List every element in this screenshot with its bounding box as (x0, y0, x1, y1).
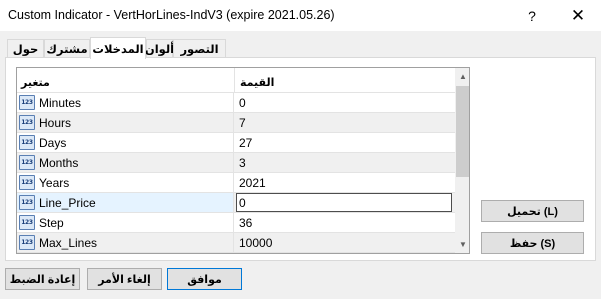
integer-param-icon: 123 (19, 215, 35, 230)
scroll-up-arrow-icon[interactable]: ▲ (455, 68, 469, 85)
parameter-name: Minutes (39, 96, 82, 110)
name-cell: 123 Hours (17, 113, 234, 132)
table-row[interactable]: 123 Days 27 (17, 133, 455, 153)
parameter-value[interactable]: 10000 (239, 236, 272, 250)
parameter-name: Years (39, 176, 70, 190)
parameter-name: Max_Lines (39, 236, 98, 250)
integer-param-icon: 123 (19, 235, 35, 250)
parameter-name: Hours (39, 116, 72, 130)
table-row[interactable]: 123 Years 2021 (17, 173, 455, 193)
table-row[interactable]: 123 Months 3 (17, 153, 455, 173)
parameter-name: Days (39, 136, 67, 150)
vertical-scrollbar[interactable]: ▲ ▼ (455, 68, 469, 253)
table-row-selected[interactable]: 123 Line_Price 0 (17, 193, 455, 213)
parameter-value[interactable]: 27 (239, 136, 252, 150)
parameter-name: Step (39, 216, 64, 230)
integer-param-icon: 123 (19, 115, 35, 130)
tab-visualization[interactable]: التصور (173, 39, 226, 58)
table-row[interactable]: 123 Max_Lines 10000 (17, 233, 455, 253)
parameter-value[interactable]: 36 (239, 216, 252, 230)
variable-column-header[interactable]: متغير (21, 76, 50, 89)
cancel-button[interactable]: إلغاء الأمر (87, 268, 162, 290)
parameter-name: Months (39, 156, 79, 170)
title-bar: Custom Indicator - VertHorLines-IndV3 (e… (0, 0, 601, 31)
tab-strip: حول مشترك المدخلات ألوان التصور (7, 37, 227, 59)
parameter-value[interactable]: 3 (239, 156, 246, 170)
table-row[interactable]: 123 Hours 7 (17, 113, 455, 133)
parameter-value-editor[interactable]: 0 (236, 193, 452, 212)
save-button[interactable]: حفظ (S) (481, 232, 584, 254)
scroll-down-arrow-icon[interactable]: ▼ (455, 236, 469, 253)
parameters-grid: متغير القيمة 123 Minutes 0 123 Hours 7 1… (16, 67, 470, 254)
name-cell: 123 Months (17, 153, 234, 172)
table-row[interactable]: 123 Step 36 (17, 213, 455, 233)
integer-param-icon: 123 (19, 135, 35, 150)
ok-button[interactable]: موافق (167, 268, 242, 290)
tab-colors[interactable]: ألوان (145, 39, 174, 58)
name-cell: 123 Minutes (17, 93, 234, 112)
name-cell: 123 Max_Lines (17, 233, 234, 252)
custom-indicator-dialog: Custom Indicator - VertHorLines-IndV3 (e… (0, 0, 601, 299)
parameter-value[interactable]: 0 (239, 196, 246, 210)
load-button[interactable]: تحميل (L) (481, 200, 584, 222)
table-row[interactable]: 123 Minutes 0 (17, 93, 455, 113)
help-button[interactable]: ? (509, 0, 555, 31)
grid-header: متغير القيمة (17, 68, 455, 93)
integer-param-icon: 123 (19, 95, 35, 110)
name-cell: 123 Line_Price (17, 193, 234, 212)
column-divider[interactable] (234, 68, 235, 93)
integer-param-icon: 123 (19, 155, 35, 170)
value-column-header[interactable]: القيمة (240, 76, 274, 89)
integer-param-icon: 123 (19, 195, 35, 210)
window-title: Custom Indicator - VertHorLines-IndV3 (e… (8, 8, 335, 22)
close-button[interactable]: ✕ (555, 0, 601, 31)
tab-common[interactable]: مشترك (44, 39, 90, 58)
tab-inputs[interactable]: المدخلات (90, 37, 146, 59)
name-cell: 123 Step (17, 213, 234, 232)
parameter-value[interactable]: 0 (239, 96, 246, 110)
scroll-thumb[interactable] (456, 86, 469, 177)
tab-about[interactable]: حول (7, 39, 44, 58)
name-cell: 123 Days (17, 133, 234, 152)
parameter-value[interactable]: 7 (239, 116, 246, 130)
name-cell: 123 Years (17, 173, 234, 192)
integer-param-icon: 123 (19, 175, 35, 190)
reset-button[interactable]: إعادة الضبط (5, 268, 80, 290)
parameter-name: Line_Price (39, 196, 96, 210)
parameter-value[interactable]: 2021 (239, 176, 266, 190)
